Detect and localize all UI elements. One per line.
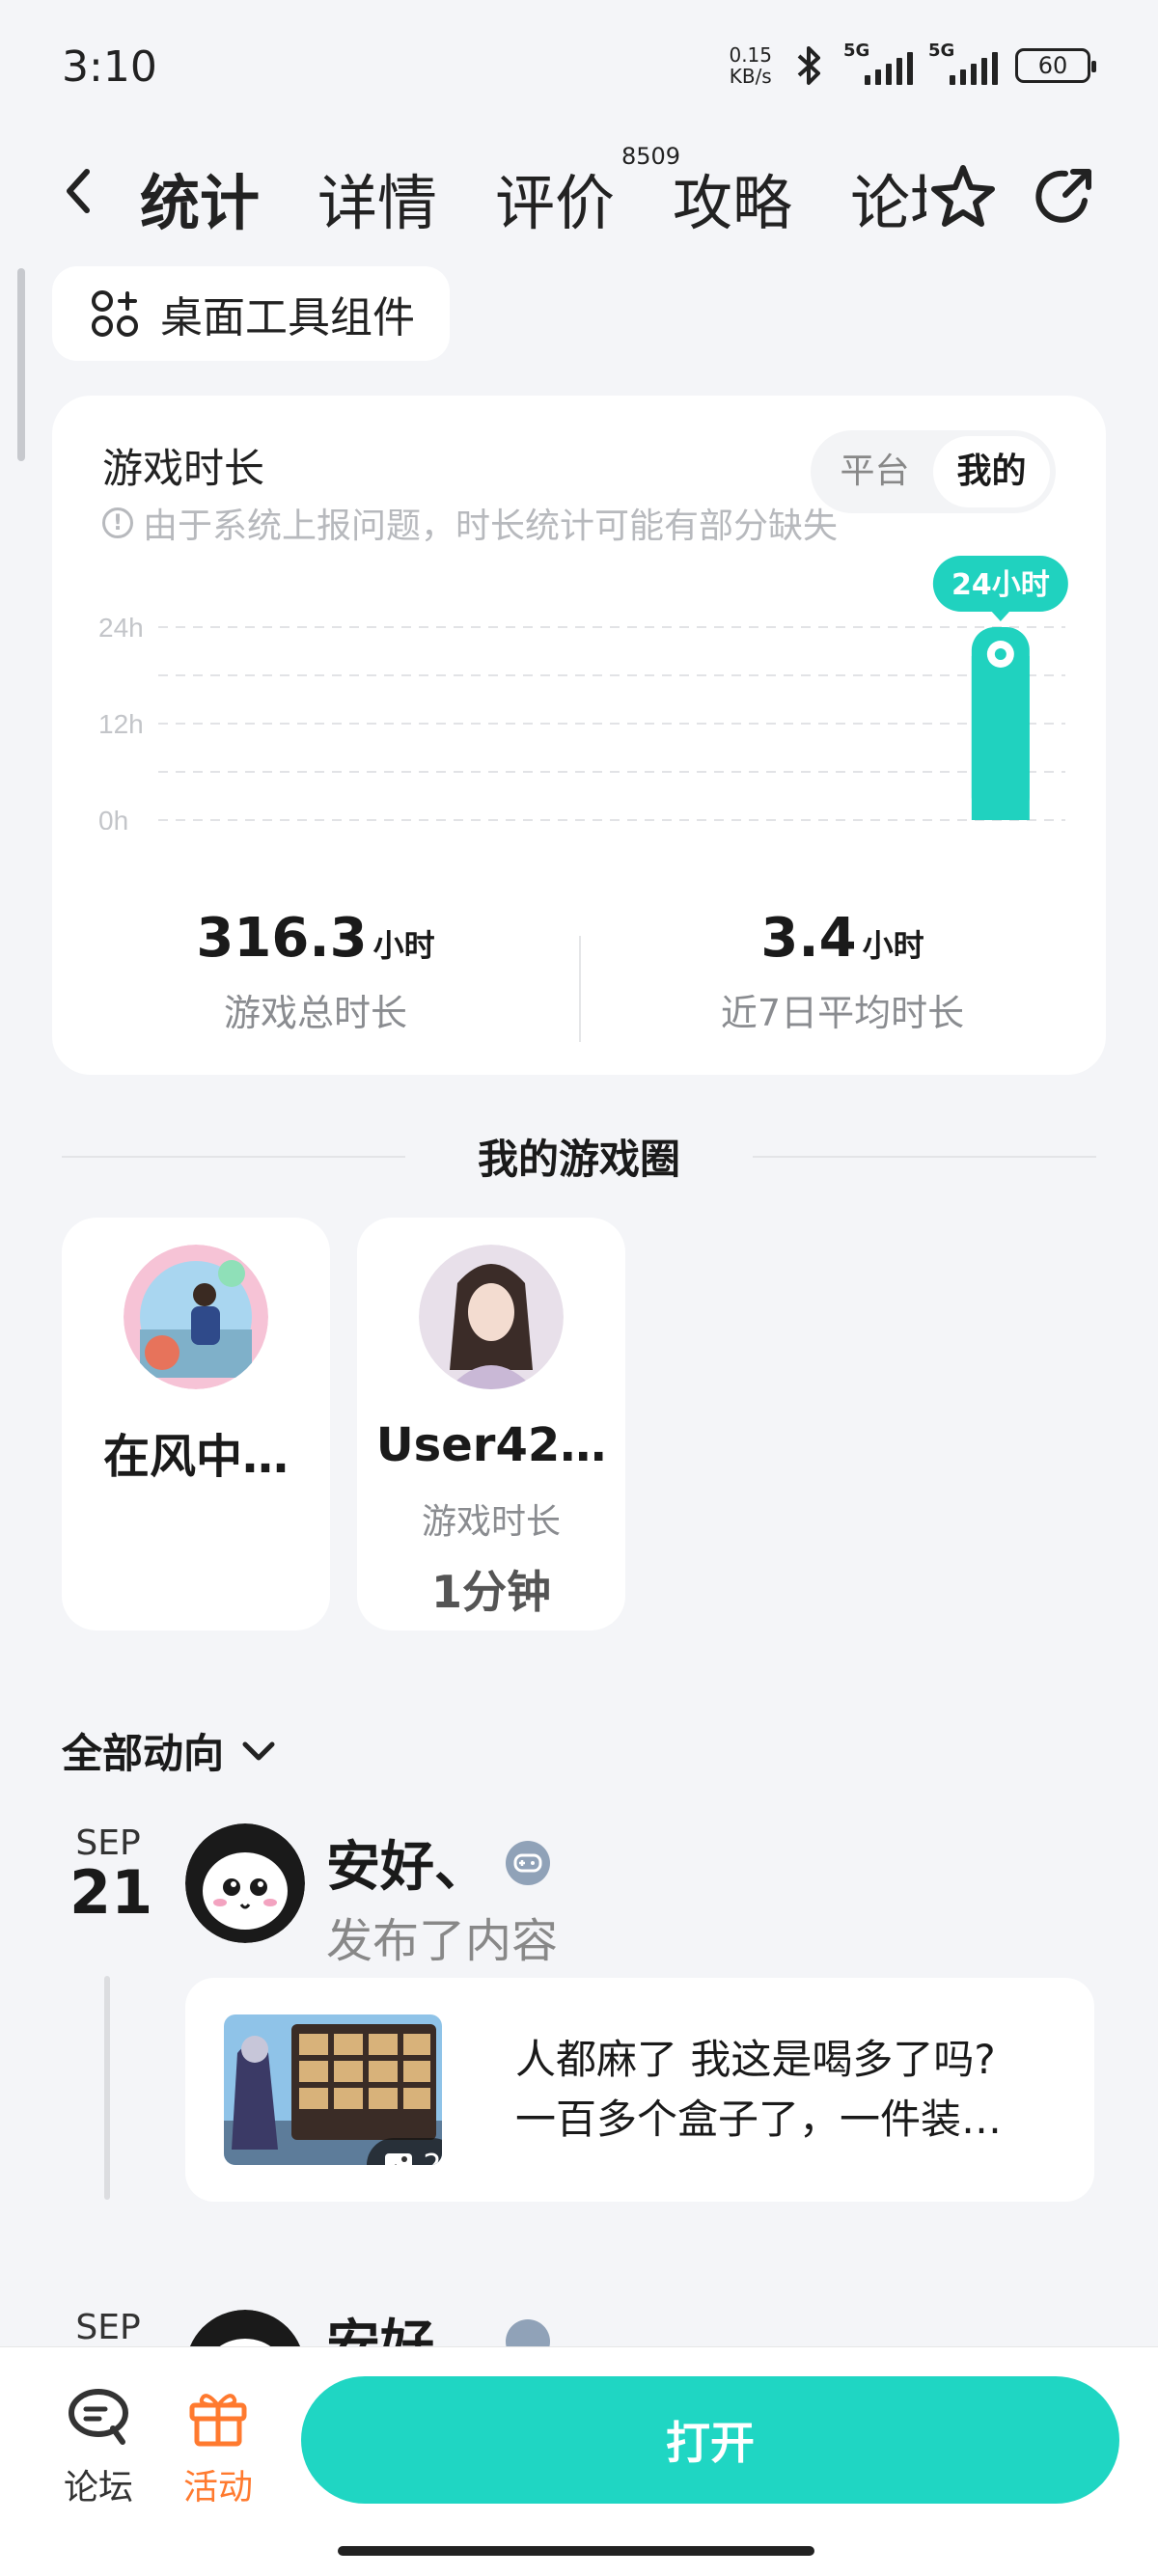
tab-guides[interactable]: 攻略 (673, 154, 792, 241)
star-icon[interactable] (926, 160, 1000, 233)
playtime-chart: 0h12h24h9/159/169/179/189/199/2024小时9/21 (98, 556, 1068, 830)
image-icon (385, 2153, 413, 2165)
signal-1-icon: 5G (843, 41, 913, 85)
playtime-card: 游戏时长 ! 由于系统上报问题，时长统计可能有部分缺失 平台 我的 0h 12h 2… (52, 396, 1106, 1075)
review-count-badge: 8509 (620, 143, 681, 170)
playtime-totals: 316.3 小时 游戏总时长 3.4 小时 近7日平均时长 (52, 907, 1106, 1052)
feed-date: SEP 21 (69, 1823, 153, 1928)
event-tab-label: 活动 (182, 2468, 253, 2507)
chevron-down-icon (242, 1741, 275, 1760)
toggle-mine[interactable]: 我的 (933, 436, 1050, 507)
tab-details[interactable]: 详情 (317, 154, 437, 241)
timeline-line (104, 1976, 110, 2200)
tab-bar: 统计 详情 评价 8509 攻略 论坛 (140, 143, 995, 249)
net-speed-unit: KB/s (729, 65, 772, 88)
desktop-widget-button[interactable]: 桌面工具组件 (52, 266, 450, 361)
share-icon[interactable] (1029, 160, 1102, 233)
total-playtime: 316.3 小时 游戏总时长 (52, 907, 579, 1036)
feed-action: 发布了内容 (326, 1914, 559, 1968)
avg-playtime: 3.4 小时 近7日平均时长 (579, 907, 1106, 1036)
playtime-title: 游戏时长 (102, 445, 265, 492)
status-bar: 3:10 0.15 KB/s 5G 5G 60 (0, 0, 1158, 135)
activity-filter[interactable]: 全部动向 (62, 1721, 278, 1780)
bluetooth-icon (797, 46, 820, 85)
open-game-button[interactable]: 打开 (301, 2376, 1119, 2504)
top-nav: 统计 详情 评价 8509 攻略 论坛 (0, 143, 1158, 251)
battery-icon: 60 (1015, 48, 1096, 83)
feed-month: SEP (75, 2308, 141, 2347)
image-count-badge: 2 (367, 2138, 442, 2165)
avg-playtime-label: 近7日平均时长 (720, 992, 965, 1034)
friend-playtime-label: 游戏时长 (421, 1502, 561, 1542)
chart-highlight-pointer (990, 611, 1010, 621)
friend-avatar (124, 1245, 268, 1389)
total-playtime-label: 游戏总时长 (223, 992, 407, 1034)
avg-playtime-unit: 小时 (862, 927, 924, 964)
gift-icon (189, 2394, 247, 2447)
source-toggle: 平台 我的 (811, 430, 1056, 513)
forum-tab[interactable]: 论坛 (50, 2386, 147, 2509)
user-avatar[interactable] (185, 1823, 305, 1943)
scroll-indicator (17, 268, 25, 461)
event-tab[interactable]: 活动 (170, 2386, 266, 2509)
feed-user-name: 安好、 (326, 1836, 488, 1899)
total-playtime-value: 316.3 (196, 907, 368, 970)
signal-2-icon: 5G (928, 41, 998, 85)
feed-date: SEP (69, 2308, 147, 2347)
feed-user[interactable]: 安好、 (326, 1823, 550, 1902)
post-card[interactable]: 2 人都麻了 我这是喝多了吗? 一百多个盒子了，一件装… (185, 1978, 1094, 2202)
forum-tab-label: 论坛 (63, 2468, 133, 2507)
y-tick-label: 24h (98, 613, 144, 643)
net-speed: 0.15 KB/s (729, 44, 772, 87)
post-line-1: 人都麻了 我这是喝多了吗? (515, 2036, 996, 2083)
bottom-bar: 论坛 活动 打开 (0, 2346, 1158, 2576)
y-tick-label: 0h (98, 806, 128, 830)
info-icon: ! (102, 507, 133, 538)
image-count: 2 (423, 2148, 442, 2166)
y-tick-label: 12h (98, 709, 144, 739)
widget-grid-icon (92, 290, 138, 337)
post-thumbnail: 2 (224, 2014, 442, 2165)
friend-name: 在风中… (102, 1430, 289, 1484)
total-playtime-unit: 小时 (372, 927, 435, 964)
activity-filter-label: 全部动向 (62, 1730, 225, 1777)
toggle-platform[interactable]: 平台 (816, 436, 933, 507)
section-divider-right (753, 1156, 1096, 1158)
battery-level: 60 (1037, 52, 1068, 79)
chart-bar-marker-dot (994, 648, 1006, 660)
chart-highlight-label: 24小时 (951, 568, 1050, 602)
tab-reviews-label: 评价 (495, 168, 616, 238)
friend-name: User42… (375, 1418, 607, 1472)
friend-playtime-value: 1分钟 (430, 1566, 551, 1618)
status-time: 3:10 (62, 42, 157, 92)
post-line-2: 一百多个盒子了，一件装… (515, 2096, 1003, 2143)
avg-playtime-value: 3.4 (760, 907, 857, 970)
friend-avatar (419, 1245, 564, 1389)
friend-card[interactable]: 在风中… (62, 1218, 330, 1631)
feed-day: 21 (69, 1857, 153, 1928)
friend-card[interactable]: User42… 游戏时长 1分钟 (357, 1218, 625, 1631)
widget-label: 桌面工具组件 (160, 293, 415, 343)
tab-stats[interactable]: 统计 (140, 154, 261, 249)
game-stats-page: 3:10 0.15 KB/s 5G 5G 60 统计 详情 评价 8509 攻略… (0, 0, 1158, 2576)
back-arrow-icon[interactable] (56, 162, 104, 220)
gamepad-icon (506, 1840, 550, 1885)
chart-bar-body (971, 656, 1030, 820)
status-icons: 0.15 KB/s 5G 5G 60 (729, 41, 1096, 87)
net-speed-value: 0.15 (729, 43, 772, 67)
home-indicator[interactable] (338, 2546, 814, 2556)
post-text: 人都麻了 我这是喝多了吗? 一百多个盒子了，一件装… (515, 2030, 1056, 2150)
tab-reviews[interactable]: 评价 8509 (495, 143, 680, 241)
tab-forum[interactable]: 论坛 (850, 154, 937, 241)
forum-chat-icon (69, 2389, 128, 2445)
